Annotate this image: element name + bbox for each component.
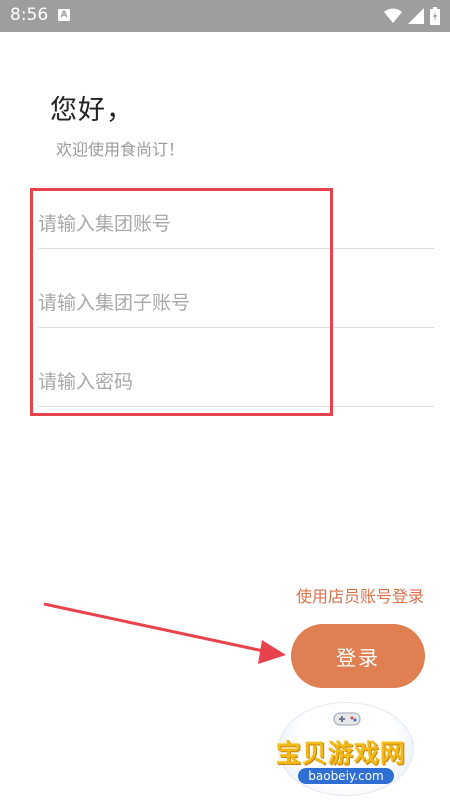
sub-account-field[interactable] <box>38 279 434 328</box>
watermark-brand: 宝贝游戏网 <box>276 739 407 768</box>
store-staff-login-link[interactable]: 使用店员账号登录 <box>296 583 424 607</box>
wifi-icon <box>384 8 402 23</box>
password-field[interactable] <box>38 358 434 407</box>
signal-icon <box>408 8 424 24</box>
status-time: 8:56 <box>10 5 49 25</box>
group-account-input[interactable] <box>38 213 434 235</box>
greeting-title: 您好， <box>50 95 134 126</box>
status-bar: 8:56 A <box>0 0 450 32</box>
login-button[interactable]: 登录 <box>291 624 425 688</box>
battery-icon <box>430 7 440 25</box>
group-account-field[interactable] <box>38 200 434 249</box>
password-input[interactable] <box>38 371 434 393</box>
gamepad-icon <box>333 712 361 726</box>
watermark-url: baobeiy.com <box>298 768 394 784</box>
greeting-subtitle: 欢迎使用食尚订！ <box>56 140 185 159</box>
a-icon: A <box>58 9 70 21</box>
sub-account-input[interactable] <box>38 292 434 314</box>
status-icons <box>384 7 440 25</box>
watermark: 宝贝游戏网 baobeiy.com <box>272 702 422 798</box>
